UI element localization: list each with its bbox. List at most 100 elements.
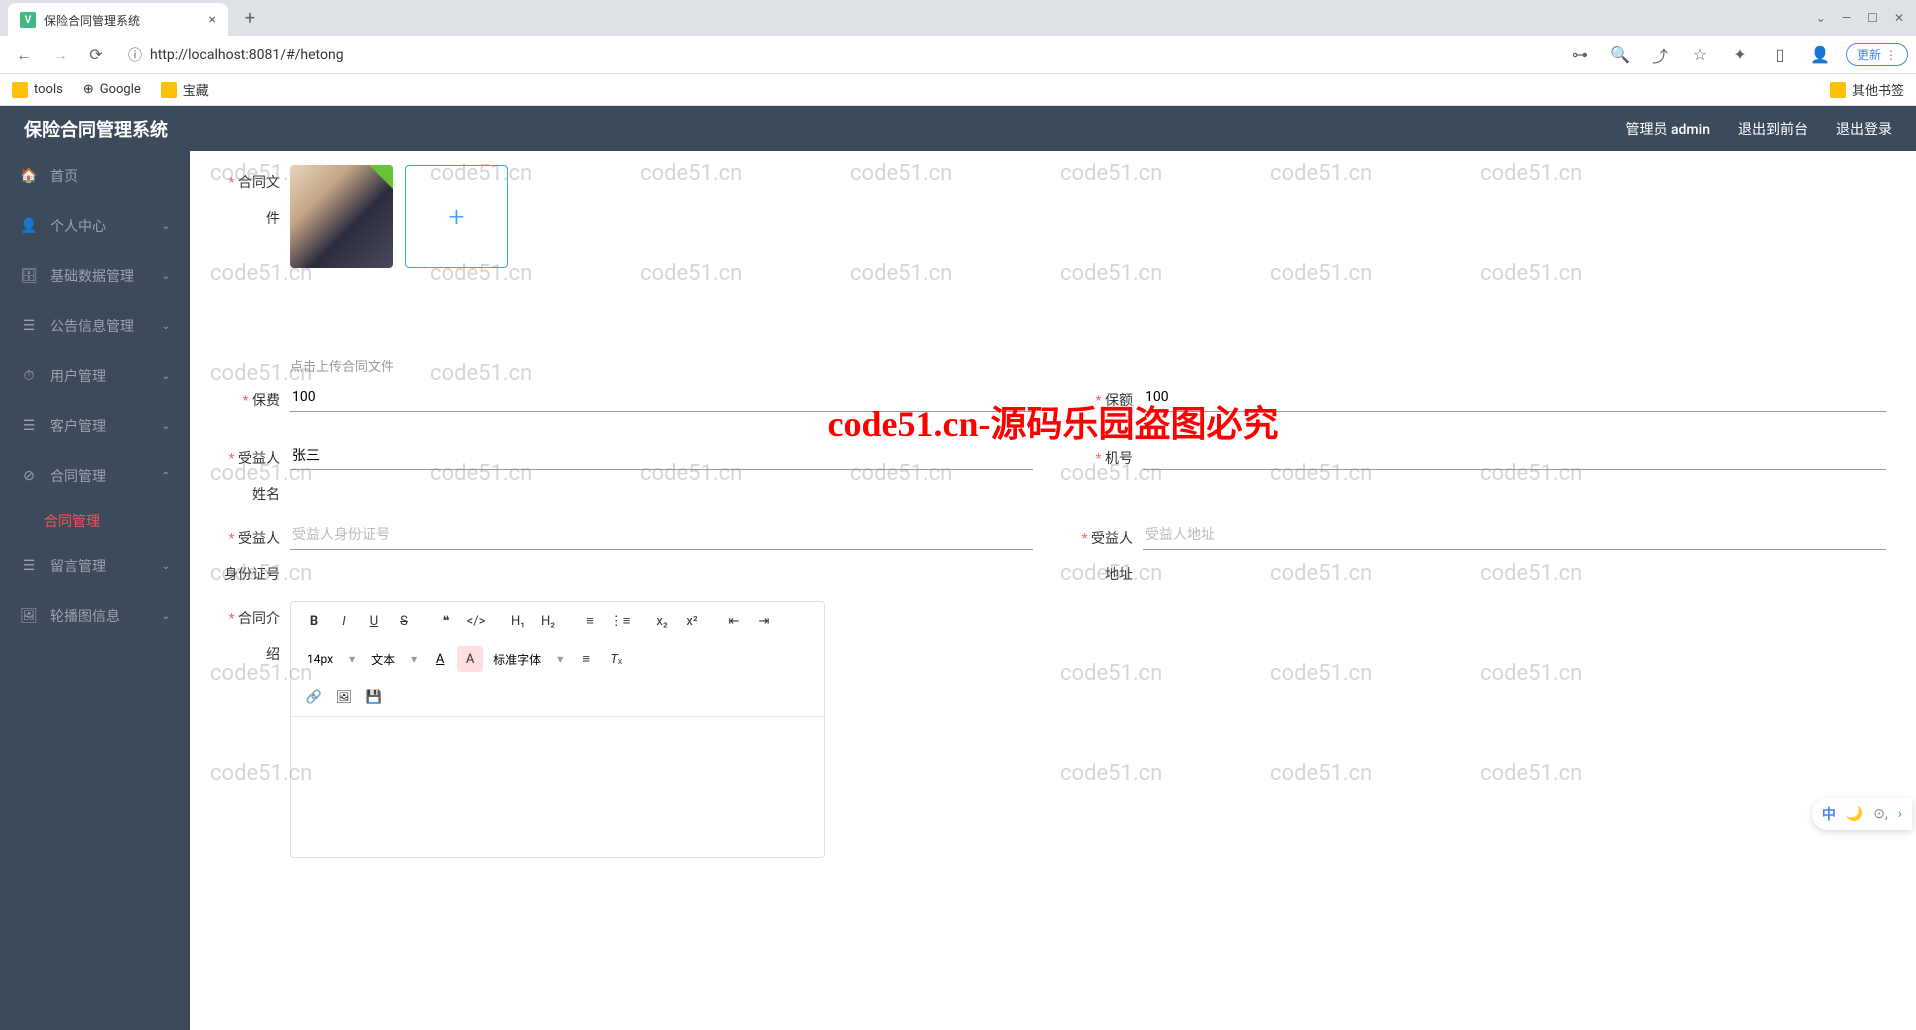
- font-family-select[interactable]: 标准字体: [487, 647, 569, 671]
- share-icon[interactable]: ⤴: [1646, 41, 1674, 69]
- chevron-down-icon: ⌄: [162, 321, 170, 332]
- file-label: 合同文件: [220, 165, 290, 237]
- minimize-icon[interactable]: —: [1842, 11, 1851, 25]
- phone-input[interactable]: [1143, 441, 1886, 470]
- list-icon: ☰: [20, 317, 38, 335]
- info-icon: ⓘ: [128, 45, 142, 65]
- editor-toolbar: B I U S ❝ </> H₁ H₂ ≡: [291, 602, 824, 717]
- extensions-icon[interactable]: ✦: [1726, 41, 1754, 69]
- sidebar-item-announce[interactable]: ☰公告信息管理⌄: [0, 301, 190, 351]
- moon-icon[interactable]: 🌙: [1846, 806, 1863, 822]
- browser-chrome: V 保险合同管理系统 × + ⌄ — ☐ ✕ ← → ⟳ ⓘ http://lo…: [0, 0, 1916, 106]
- beneficiary-name-input[interactable]: [290, 441, 1033, 470]
- beneficiary-addr-input[interactable]: [1143, 521, 1886, 550]
- amount-input[interactable]: [1143, 383, 1886, 412]
- ime-floating-bar[interactable]: 中 🌙 ⊙, ›: [1812, 798, 1912, 830]
- upload-tip: 点击上传合同文件: [290, 356, 1886, 375]
- app-body: 🏠首页 👤个人中心⌄ 🗄基础数据管理⌄ ☰公告信息管理⌄ ⏱用户管理⌄ ☰客户管…: [0, 151, 1916, 1030]
- sidebar-sub-contract-manage[interactable]: 合同管理: [0, 501, 190, 541]
- key-icon[interactable]: ⊶: [1566, 41, 1594, 69]
- window-dropdown-icon[interactable]: ⌄: [1816, 11, 1826, 25]
- google-icon: ⊕: [83, 82, 94, 97]
- sidebar-item-personal[interactable]: 👤个人中心⌄: [0, 201, 190, 251]
- sidebar: 🏠首页 👤个人中心⌄ 🗄基础数据管理⌄ ☰公告信息管理⌄ ⏱用户管理⌄ ☰客户管…: [0, 151, 190, 1030]
- sidebar-item-usermgmt[interactable]: ⏱用户管理⌄: [0, 351, 190, 401]
- close-window-icon[interactable]: ✕: [1894, 11, 1904, 25]
- italic-button[interactable]: I: [331, 608, 357, 634]
- bookmarks-bar: tools ⊕Google 宝藏 其他书签: [0, 74, 1916, 106]
- browser-tab[interactable]: V 保险合同管理系统 ×: [8, 3, 228, 37]
- forward-button[interactable]: →: [44, 39, 76, 71]
- superscript-button[interactable]: x²: [679, 608, 705, 634]
- h2-button[interactable]: H₂: [535, 608, 561, 634]
- sidebar-item-carousel[interactable]: 🖼轮播图信息⌄: [0, 591, 190, 641]
- align-button[interactable]: ≡: [573, 646, 599, 672]
- close-icon[interactable]: ×: [209, 12, 216, 28]
- strike-button[interactable]: S: [391, 608, 417, 634]
- chevron-right-icon[interactable]: ›: [1898, 806, 1902, 822]
- outdent-button[interactable]: ⇥: [751, 608, 777, 634]
- sidebar-item-message[interactable]: ☰留言管理⌄: [0, 541, 190, 591]
- reload-button[interactable]: ⟳: [80, 39, 112, 71]
- save-button[interactable]: 💾: [361, 684, 387, 710]
- sidebar-item-basedata[interactable]: 🗄基础数据管理⌄: [0, 251, 190, 301]
- indent-button[interactable]: ⇤: [721, 608, 747, 634]
- font-size-select[interactable]: 14px: [301, 647, 361, 671]
- clear-format-button[interactable]: Tₓ: [603, 646, 629, 672]
- reader-icon[interactable]: ▯: [1766, 41, 1794, 69]
- list-icon: ☰: [20, 557, 38, 575]
- h1-button[interactable]: H₁: [505, 608, 531, 634]
- bookmark-icon[interactable]: ☆: [1686, 41, 1714, 69]
- url-text: http://localhost:8081/#/hetong: [150, 47, 1550, 63]
- check-icon: ⊘: [20, 467, 38, 485]
- chevron-down-icon: ⌄: [162, 561, 170, 572]
- ime-punct-icon[interactable]: ⊙,: [1873, 806, 1888, 822]
- maximize-icon[interactable]: ☐: [1867, 11, 1878, 25]
- sidebar-item-contract[interactable]: ⊘合同管理⌃: [0, 451, 190, 501]
- phone-label: 机号: [1073, 441, 1143, 477]
- folder-icon: [161, 82, 177, 98]
- ordered-list-button[interactable]: ≡: [577, 608, 603, 634]
- url-bar[interactable]: ⓘ http://localhost:8081/#/hetong: [116, 45, 1562, 65]
- bookmark-google[interactable]: ⊕Google: [83, 82, 141, 97]
- text-color-button[interactable]: A: [427, 646, 453, 672]
- underline-button[interactable]: U: [361, 608, 387, 634]
- chevron-down-icon: ⌄: [162, 371, 170, 382]
- bookmark-tools[interactable]: tools: [12, 82, 63, 98]
- app-title: 保险合同管理系统: [24, 116, 168, 142]
- ime-lang-badge[interactable]: 中: [1822, 804, 1836, 824]
- uploaded-file-thumb[interactable]: [290, 165, 393, 268]
- bookmark-treasure[interactable]: 宝藏: [161, 80, 209, 99]
- bg-color-button[interactable]: A: [457, 646, 483, 672]
- chevron-down-icon: ⌄: [162, 611, 170, 622]
- unordered-list-button[interactable]: ⋮≡: [607, 608, 633, 634]
- to-frontend-link[interactable]: 退出到前台: [1738, 119, 1808, 139]
- profile-icon[interactable]: 👤: [1806, 41, 1834, 69]
- back-button[interactable]: ←: [8, 39, 40, 71]
- link-button[interactable]: 🔗: [301, 684, 327, 710]
- beneficiary-name-label: 受益人姓名: [220, 441, 290, 513]
- folder-icon: [12, 82, 28, 98]
- home-icon: 🏠: [20, 167, 38, 185]
- admin-label[interactable]: 管理员 admin: [1626, 119, 1710, 139]
- upload-add-button[interactable]: +: [405, 165, 508, 268]
- zoom-icon[interactable]: 🔍: [1606, 41, 1634, 69]
- premium-input[interactable]: [290, 383, 1033, 412]
- quote-button[interactable]: ❝: [433, 608, 459, 634]
- editor-content[interactable]: [291, 717, 824, 857]
- new-tab-button[interactable]: +: [236, 4, 264, 32]
- code-button[interactable]: </>: [463, 608, 489, 634]
- bookmark-other[interactable]: 其他书签: [1830, 80, 1904, 99]
- font-type-select[interactable]: 文本: [365, 647, 423, 671]
- beneficiary-addr-label: 受益人地址: [1073, 521, 1143, 593]
- image-button[interactable]: 🖼: [331, 684, 357, 710]
- update-button[interactable]: 更新⋮: [1846, 43, 1908, 66]
- app-root: 保险合同管理系统 管理员 admin 退出到前台 退出登录 🏠首页 👤个人中心⌄…: [0, 106, 1916, 1030]
- sidebar-item-customer[interactable]: ☰客户管理⌄: [0, 401, 190, 451]
- logout-link[interactable]: 退出登录: [1836, 119, 1892, 139]
- bold-button[interactable]: B: [301, 608, 327, 634]
- subscript-button[interactable]: x₂: [649, 608, 675, 634]
- beneficiary-id-input[interactable]: [290, 521, 1033, 550]
- beneficiary-id-label: 受益人身份证号: [220, 521, 290, 593]
- sidebar-item-home[interactable]: 🏠首页: [0, 151, 190, 201]
